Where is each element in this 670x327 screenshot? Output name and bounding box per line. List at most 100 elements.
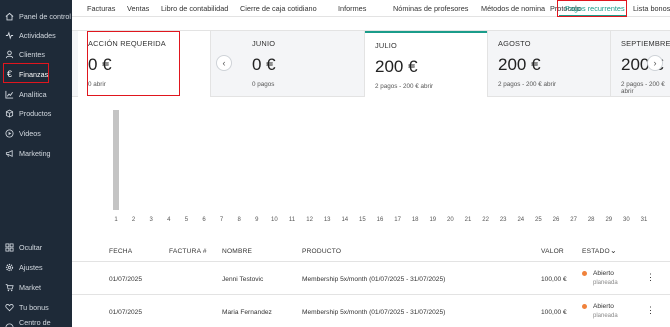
card-sub: 2 pagos - 200 € abrir [621, 81, 665, 95]
cell-nombre: Maria Fernandez [222, 309, 272, 316]
x-tick-label: 24 [517, 217, 524, 223]
card-amount: 0 € [88, 55, 112, 74]
x-tick-label: 27 [570, 217, 577, 223]
chart-line-icon [5, 90, 14, 99]
col-valor[interactable]: VALOR [541, 248, 564, 255]
row-menu-icon[interactable]: ⋮ [646, 272, 655, 283]
card-accion-requerida[interactable]: ACCIÓN REQUERIDA 0 € 0 abrir [78, 31, 210, 97]
x-tick-label: 9 [255, 217, 259, 223]
card-amount: 0 € [252, 55, 276, 74]
cell-producto: Membership 5x/month (01/07/2025 - 31/07/… [302, 276, 446, 283]
col-nombre[interactable]: NOMBRE [222, 248, 252, 255]
sidebar-item-actividades[interactable]: Actividades [0, 26, 72, 44]
heart-icon [5, 303, 14, 312]
col-producto[interactable]: PRODUCTO [302, 248, 341, 255]
tab-pagos-recurrentes[interactable]: Pagos recurrentes [565, 4, 625, 13]
x-tick-label: 16 [377, 217, 384, 223]
sidebar-item-panel-de-control[interactable]: Panel de control [0, 7, 72, 25]
x-tick-label: 1 [114, 217, 118, 223]
status-dot [582, 304, 587, 309]
card-sub: 0 abrir [88, 81, 106, 88]
x-tick-label: 25 [535, 217, 542, 223]
x-tick-label: 20 [447, 217, 454, 223]
sidebar-item-videos[interactable]: Videos [0, 124, 72, 142]
sidebar: Panel de control Actividades Clientes € … [0, 0, 72, 327]
tab-cierre-de-caja[interactable]: Cierre de caja cotidiano [240, 4, 317, 13]
card-sub: 0 pagos [252, 81, 275, 88]
card-julio[interactable]: JULIO 200 € 2 pagos - 200 € abrir [365, 31, 487, 97]
col-fecha[interactable]: FECHA [109, 248, 132, 255]
cell-producto: Membership 5x/month (01/07/2025 - 31/07/… [302, 309, 446, 316]
card-agosto[interactable]: AGOSTO 200 € 2 pagos - 200 € abrir [488, 31, 610, 97]
next-month-button[interactable]: › [647, 55, 663, 71]
sidebar-item-label: Clientes [19, 49, 45, 59]
active-tab-underline [559, 15, 626, 17]
x-tick-label: 4 [167, 217, 171, 223]
sidebar-item-ocultar[interactable]: Ocultar [0, 238, 72, 256]
tab-ventas[interactable]: Ventas [127, 4, 149, 13]
tab-lista-bonos[interactable]: Lista bonos [633, 4, 670, 13]
col-factura[interactable]: FACTURA # [169, 248, 207, 255]
sidebar-item-marketing[interactable]: Marketing [0, 144, 72, 162]
summary-cards: ACCIÓN REQUERIDA 0 € 0 abrir ‹ JUNIO 0 €… [72, 30, 670, 97]
home-icon [5, 12, 14, 21]
chevron-down-icon[interactable]: ⌄ [610, 246, 617, 255]
card-label: ACCIÓN REQUERIDA [88, 39, 166, 48]
sidebar-item-label: Tu bonus [19, 302, 49, 312]
sidebar-item-finanzas[interactable]: € Finanzas [0, 65, 72, 83]
x-tick-label: 5 [185, 217, 189, 223]
table-row[interactable]: 01/07/2025 Maria Fernandez Membership 5x… [72, 296, 670, 327]
sidebar-item-label: Ocultar [19, 242, 43, 252]
x-tick-label: 29 [605, 217, 612, 223]
sidebar-item-label: Productos [19, 108, 52, 118]
x-tick-label: 30 [623, 217, 630, 223]
x-tick-label: 11 [289, 217, 296, 223]
card-label: JUNIO [252, 39, 276, 48]
tab-informes[interactable]: Informes [338, 4, 366, 13]
sidebar-item-label: Market [19, 282, 41, 292]
gear-icon [5, 263, 14, 272]
x-tick-label: 22 [482, 217, 489, 223]
cell-fecha: 01/07/2025 [109, 309, 143, 316]
x-tick-label: 28 [588, 217, 595, 223]
box-icon [5, 109, 14, 118]
top-nav: Facturas Ventas Libro de contabilidad Ci… [72, 0, 670, 17]
sidebar-item-centro-de-ayuda[interactable]: Centro de ayuda [0, 318, 72, 327]
cart-icon [5, 283, 14, 292]
sidebar-item-analitica[interactable]: Analítica [0, 85, 72, 103]
sidebar-item-market[interactable]: Market [0, 278, 72, 296]
tab-libro-de-contabilidad[interactable]: Libro de contabilidad [161, 4, 228, 13]
col-estado[interactable]: ESTADO [582, 248, 610, 255]
x-tick-label: 12 [306, 217, 313, 223]
sidebar-item-label: Marketing [19, 148, 51, 158]
sidebar-item-productos[interactable]: Productos [0, 104, 72, 122]
daily-payments-chart: 1 2 3 4 5 6 7 8 9 10 11 12 13 14 15 16 17 18 19 20 21 22 23 24 2… [72, 100, 670, 230]
play-icon [5, 128, 14, 138]
card-label: SEPTIEMBRE [621, 39, 670, 48]
row-menu-icon[interactable]: ⋮ [646, 305, 655, 316]
x-tick-label: 15 [359, 217, 366, 223]
table-header: FECHA FACTURA # NOMBRE PRODUCTO VALOR ES… [72, 240, 670, 262]
card-sub: 2 pagos - 200 € abrir [498, 81, 557, 88]
sidebar-item-clientes[interactable]: Clientes [0, 45, 72, 63]
status-sub: planeada [593, 313, 618, 319]
megaphone-icon [5, 149, 14, 158]
card-junio[interactable]: JUNIO 0 € 0 pagos [242, 31, 364, 97]
bar-day-1 [113, 110, 119, 210]
card-amount: 200 € [498, 55, 541, 74]
table-row[interactable]: 01/07/2025 Jenni Testovic Membership 5x/… [72, 263, 670, 295]
tab-facturas[interactable]: Facturas [87, 4, 115, 13]
chart-svg: 1 2 3 4 5 6 7 8 9 10 11 12 13 14 15 16 17 18 19 20 21 22 23 24 2… [113, 110, 648, 223]
tab-nominas-de-profesores[interactable]: Nóminas de profesores [393, 4, 468, 13]
x-tick-label: 6 [202, 217, 206, 223]
sidebar-item-tu-bonus[interactable]: Tu bonus [0, 298, 72, 316]
status-badge: Abierto [593, 303, 614, 310]
sidebar-item-label: Centro de ayuda [19, 318, 51, 327]
x-tick-label: 31 [641, 217, 648, 223]
prev-month-button[interactable]: ‹ [216, 55, 232, 71]
sidebar-item-ajustes[interactable]: Ajustes [0, 258, 72, 276]
x-tick-label: 3 [150, 217, 154, 223]
tab-metodos-de-nomina[interactable]: Métodos de nomina [481, 4, 545, 13]
sidebar-item-label: Finanzas [19, 69, 49, 79]
activity-icon [5, 30, 14, 40]
